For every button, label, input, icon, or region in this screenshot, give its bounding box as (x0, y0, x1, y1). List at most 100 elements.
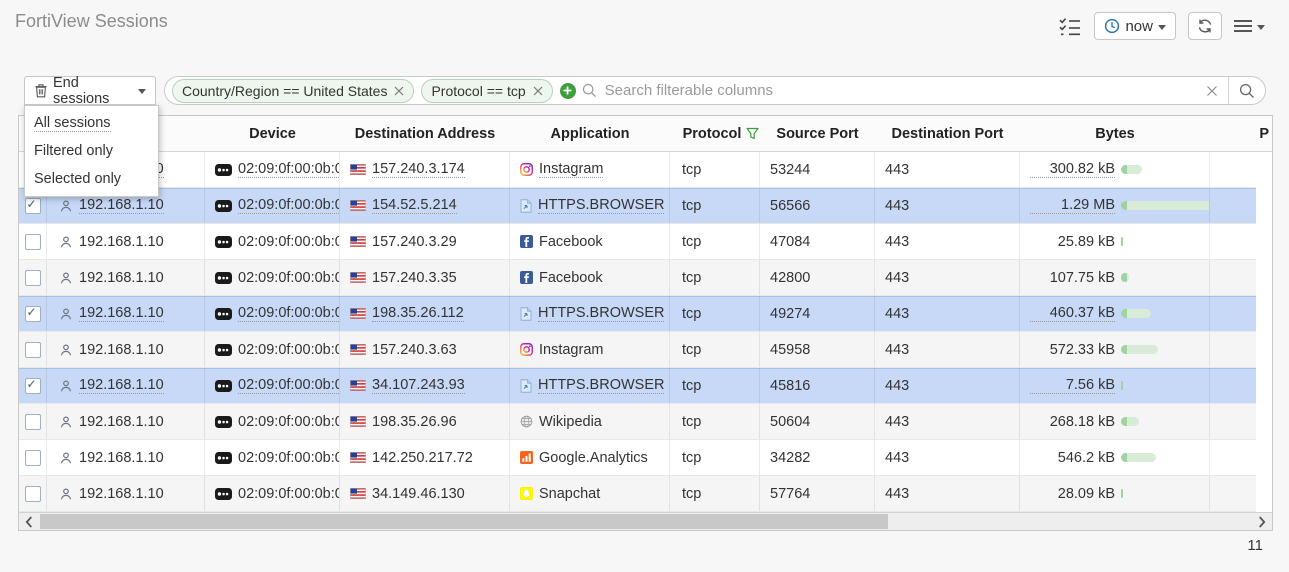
row-select-cell (19, 224, 47, 259)
row-checkbox[interactable] (25, 378, 41, 394)
source-ip: 192.168.1.10 (79, 270, 164, 286)
header-bytes[interactable]: Bytes (1020, 116, 1210, 151)
filter-pill-country[interactable]: Country/Region == United States (172, 79, 414, 103)
destination-cell: 142.250.217.72 (340, 440, 510, 475)
row-checkbox[interactable] (25, 234, 41, 250)
search-input[interactable] (603, 81, 1196, 100)
header-source-port[interactable]: Source Port (760, 116, 875, 151)
search-icon (582, 83, 597, 98)
topbar-actions: now (1058, 12, 1265, 40)
destination-port-value: 443 (885, 198, 909, 214)
row-checkbox[interactable] (25, 414, 41, 430)
source-cell: 192.168.1.10 (47, 224, 205, 259)
wikipedia-icon (520, 415, 533, 428)
destination-ip: 34.149.46.130 (372, 486, 465, 502)
header-device[interactable]: Device (205, 116, 340, 151)
source-ip: 192.168.1.10 (79, 377, 164, 394)
instagram-icon (520, 343, 533, 356)
row-checkbox[interactable] (25, 198, 41, 214)
protocol-cell: tcp (670, 476, 760, 511)
trash-icon (34, 83, 48, 98)
destination-port-cell: 443 (875, 440, 1020, 475)
scroll-right-arrow[interactable] (1252, 513, 1272, 530)
destination-ip: 157.240.3.29 (372, 234, 457, 250)
refresh-icon (1197, 18, 1213, 34)
source-port-cell: 42800 (760, 260, 875, 295)
source-port-cell: 57764 (760, 476, 875, 511)
header-protocol[interactable]: Protocol (670, 116, 760, 151)
row-checkbox[interactable] (25, 306, 41, 322)
device-icon (215, 200, 232, 212)
session-row[interactable]: 192.168.1.10 02:09:0f:00:0b:01 34.149.46… (19, 476, 1256, 512)
destination-port-value: 443 (885, 234, 909, 250)
session-row[interactable]: 192.168.1.10 02:09:0f:00:0b:01 154.52.5.… (19, 188, 1256, 224)
application-name: HTTPS.BROWSER (538, 197, 664, 214)
us-flag-icon (350, 344, 366, 355)
scrollbar-thumb[interactable] (40, 514, 888, 529)
close-icon[interactable] (533, 86, 543, 96)
us-flag-icon (350, 488, 366, 499)
menu-item-selected-only[interactable]: Selected only (25, 165, 158, 193)
row-checkbox[interactable] (25, 486, 41, 502)
source-cell: 192.168.1.10 (47, 260, 205, 295)
device-mac: 02:09:0f:00:0b:01 (238, 161, 340, 178)
application-name: Facebook (539, 234, 603, 250)
source-port-cell: 53244 (760, 152, 875, 187)
horizontal-scrollbar[interactable] (19, 512, 1272, 530)
protocol-value: tcp (682, 306, 701, 322)
us-flag-icon (350, 272, 366, 283)
partial-cell (1210, 188, 1256, 223)
close-icon[interactable] (394, 86, 404, 96)
application-cell: Google.Analytics (510, 440, 670, 475)
header-destination-port[interactable]: Destination Port (875, 116, 1020, 151)
bytes-cell: 1.29 MB (1020, 188, 1210, 223)
device-mac: 02:09:0f:00:0b:01 (238, 305, 340, 322)
table-header: Device Destination Address Application P… (19, 116, 1272, 152)
row-checkbox[interactable] (25, 450, 41, 466)
session-row[interactable]: 192.168.1.10 02:09:0f:00:0b:01 34.107.24… (19, 368, 1256, 404)
column-settings-icon[interactable] (1058, 16, 1082, 36)
add-filter-button[interactable] (560, 83, 576, 99)
device-mac: 02:09:0f:00:0b:01 (238, 197, 340, 214)
end-sessions-button[interactable]: End sessions (24, 76, 156, 105)
device-cell: 02:09:0f:00:0b:01 (205, 224, 340, 259)
device-icon (215, 236, 232, 248)
device-icon (215, 488, 232, 500)
session-row[interactable]: 192.168.1.10 02:09:0f:00:0b:01 142.250.2… (19, 440, 1256, 476)
session-row[interactable]: 192.168.1.10 02:09:0f:00:0b:01 157.240.3… (19, 332, 1256, 368)
bytes-cell: 25.89 kB (1020, 224, 1210, 259)
header-application[interactable]: Application (510, 116, 670, 151)
us-flag-icon (350, 164, 366, 175)
session-row[interactable]: 192.168.1.10 02:09:0f:00:0b:01 198.35.26… (19, 296, 1256, 332)
destination-cell: 198.35.26.96 (340, 404, 510, 439)
bytes-value: 28.09 kB (1030, 486, 1115, 502)
facebook-icon (520, 235, 533, 248)
row-checkbox[interactable] (25, 342, 41, 358)
header-destination-address[interactable]: Destination Address (340, 116, 510, 151)
bytes-bar (1121, 417, 1139, 426)
device-cell: 02:09:0f:00:0b:01 (205, 260, 340, 295)
bytes-value: 268.18 kB (1030, 414, 1115, 430)
search-submit-button[interactable] (1228, 77, 1265, 104)
session-row[interactable]: 192.168.1.10 02:09:0f:00:0b:01 157.240.3… (19, 260, 1256, 296)
clear-search-icon[interactable] (1196, 85, 1228, 97)
filter-bar: Country/Region == United States Protocol… (164, 76, 1266, 105)
refresh-button[interactable] (1188, 12, 1222, 40)
filter-funnel-icon[interactable] (746, 127, 759, 140)
menu-item-filtered-only[interactable]: Filtered only (25, 137, 158, 165)
session-row[interactable]: 192.168.1.10 02:09:0f:00:0b:01 157.240.3… (19, 224, 1256, 260)
menu-item-all-sessions[interactable]: All sessions (25, 109, 158, 137)
protocol-cell: tcp (670, 152, 760, 187)
destination-port-value: 443 (885, 486, 909, 502)
time-range-button[interactable]: now (1094, 12, 1176, 40)
bytes-cell: 460.37 kB (1020, 296, 1210, 331)
main-menu-button[interactable] (1234, 20, 1265, 32)
destination-ip: 154.52.5.214 (372, 197, 457, 214)
filter-pill-protocol[interactable]: Protocol == tcp (421, 79, 552, 103)
header-partial[interactable]: P (1210, 116, 1272, 151)
row-checkbox[interactable] (25, 270, 41, 286)
session-row[interactable]: 192.168.1.10 02:09:0f:00:0b:01 198.35.26… (19, 404, 1256, 440)
session-row[interactable]: 192.168.1.10 02:09:0f:00:0b:01 157.240.3… (19, 152, 1256, 188)
device-mac: 02:09:0f:00:0b:01 (238, 377, 340, 394)
scroll-left-arrow[interactable] (19, 513, 39, 530)
